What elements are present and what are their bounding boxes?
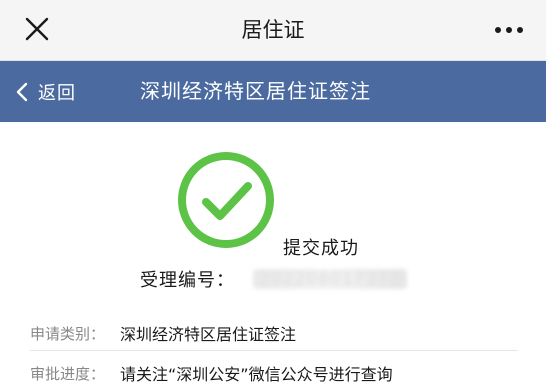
more-button[interactable] — [492, 18, 526, 42]
screen: 居住证 返回 深圳经济特区居住证签注 提交成功 受理编号： 2022080173… — [0, 0, 546, 391]
back-button[interactable]: 返回 — [14, 61, 76, 122]
window-title: 居住证 — [241, 18, 305, 42]
approval-progress-value: 请关注“深圳公安”微信公众号进行查询 — [120, 365, 393, 384]
more-icon — [495, 27, 523, 33]
application-type-label: 申请类别： — [30, 324, 106, 343]
receipt-number-value: 202208017373 — [253, 269, 407, 289]
application-type-value: 深圳经济特区居住证签注 — [120, 325, 297, 344]
success-message: 提交成功 — [283, 238, 359, 259]
receipt-number-row: 受理编号： 202208017373 — [140, 266, 407, 292]
chevron-left-icon — [16, 82, 28, 101]
page-title: 深圳经济特区居住证签注 — [140, 79, 371, 103]
success-check-icon — [178, 152, 274, 248]
receipt-number-label: 受理编号： — [140, 270, 235, 291]
back-label: 返回 — [38, 82, 76, 104]
approval-progress-row: 审批进度： 请关注“深圳公安”微信公众号进行查询 — [30, 356, 518, 390]
nav-header: 返回 深圳经济特区居住证签注 — [0, 61, 546, 122]
title-bar: 居住证 — [0, 0, 546, 61]
application-type-row: 申请类别： 深圳经济特区居住证签注 — [30, 316, 518, 351]
approval-progress-label: 审批进度： — [30, 364, 106, 383]
